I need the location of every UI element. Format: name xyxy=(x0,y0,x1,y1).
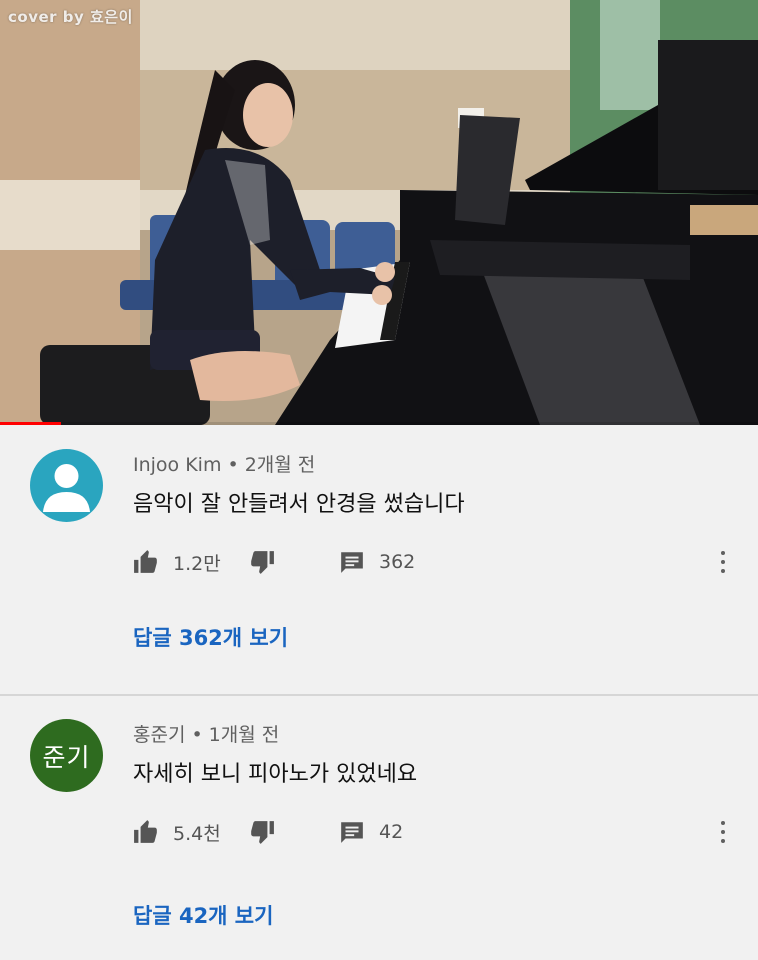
reply-button[interactable]: 42 xyxy=(339,814,403,850)
comment-item: 준기 홍준기 •1개월 전 자세히 보니 피아노가 있었네요 5.4천 42 xyxy=(0,696,758,960)
view-replies-link[interactable]: 답글 362개 보기 xyxy=(133,622,288,652)
thumbs-down-icon xyxy=(251,821,274,844)
avatar-initials[interactable]: 준기 xyxy=(30,719,103,792)
thumbs-down-icon xyxy=(251,551,274,574)
more-options-button[interactable] xyxy=(718,544,728,580)
comment-icon xyxy=(341,822,363,843)
comment-time: 1개월 전 xyxy=(208,724,280,746)
like-button[interactable]: 1.2만 xyxy=(133,544,221,580)
comment-icon xyxy=(341,552,363,573)
meta-separator: • xyxy=(227,454,239,476)
dislike-button[interactable] xyxy=(249,814,275,850)
reply-count: 42 xyxy=(379,821,404,843)
like-button[interactable]: 5.4천 xyxy=(133,814,221,850)
comment-actions: 1.2만 362 xyxy=(133,544,693,580)
video-progress-bar[interactable] xyxy=(0,422,758,425)
comment-time: 2개월 전 xyxy=(244,454,316,476)
person-icon xyxy=(43,464,90,512)
comment-meta: Injoo Kim • 2개월 전 xyxy=(133,450,315,477)
comment-author[interactable]: 홍준기 xyxy=(133,724,185,746)
comment-meta: 홍준기 • 1개월 전 xyxy=(133,720,279,747)
avatar-text: 준기 xyxy=(42,742,91,772)
meta-separator: • xyxy=(191,724,203,746)
comment-author[interactable]: Injoo Kim xyxy=(133,454,221,476)
video-progress-fill xyxy=(0,422,61,425)
video-player[interactable]: cover by 효은이 xyxy=(0,0,758,425)
thumbs-up-icon xyxy=(134,820,157,843)
comment-text: 음악이 잘 안들려서 안경을 썼습니다 xyxy=(133,492,465,517)
avatar-default[interactable] xyxy=(30,449,103,522)
reply-button[interactable]: 362 xyxy=(339,544,415,580)
comment-actions: 5.4천 42 xyxy=(133,814,693,850)
dislike-button[interactable] xyxy=(249,544,275,580)
more-options-button[interactable] xyxy=(718,814,728,850)
more-vert-icon xyxy=(721,821,725,825)
video-watermark: cover by 효은이 xyxy=(8,8,133,26)
like-count: 5.4천 xyxy=(173,822,221,845)
view-replies-link[interactable]: 답글 42개 보기 xyxy=(133,900,273,930)
comment-text: 자세히 보니 피아노가 있었네요 xyxy=(133,762,418,787)
reply-count: 362 xyxy=(379,551,416,573)
more-vert-icon xyxy=(721,551,725,555)
like-count: 1.2만 xyxy=(173,552,221,575)
video-frame xyxy=(0,0,758,425)
thumbs-up-icon xyxy=(134,550,157,573)
comment-item: Injoo Kim • 2개월 전 음악이 잘 안들려서 안경을 썼습니다 1.2만… xyxy=(0,426,758,694)
